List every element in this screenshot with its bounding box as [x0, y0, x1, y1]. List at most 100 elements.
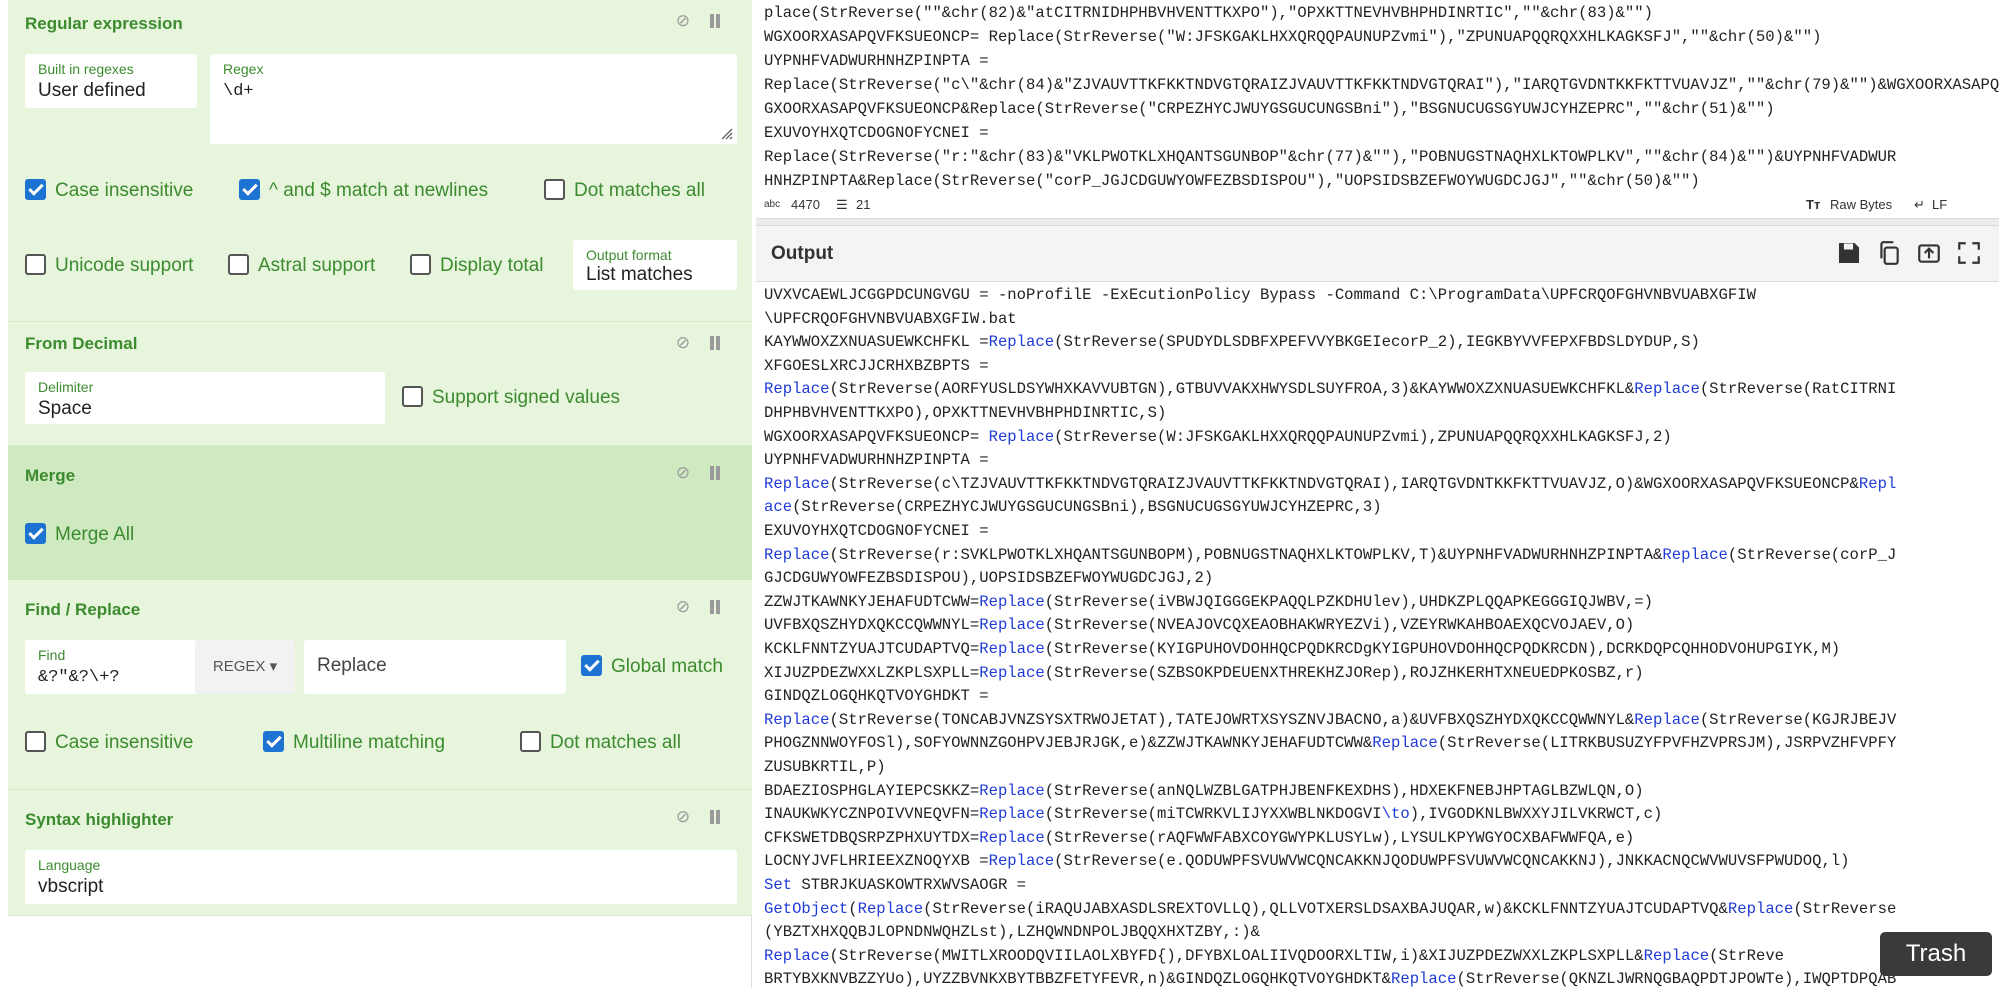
- support-signed-values-checkbox[interactable]: Support signed values: [402, 385, 620, 411]
- keyword-token: Replace: [764, 545, 830, 564]
- code-token: (StrReverse(LITRKBUSUZYFPVFHZVPRSJM),JSR…: [1437, 734, 1897, 753]
- code-token: UYPNHFVADWURHNHZPINPTA =: [764, 451, 989, 470]
- eol-selector[interactable]: LF: [1932, 197, 1947, 212]
- astral-support-checkbox[interactable]: Astral support: [228, 253, 375, 279]
- checkbox-unchecked-icon: [410, 254, 431, 275]
- field-value: List matches: [586, 264, 693, 285]
- code-token: UVXVCAEWLJCGGPDCUNGVGU = -noProfilE -ExE…: [764, 286, 1756, 304]
- disable-icon[interactable]: ⊘: [674, 12, 692, 30]
- builtin-regexes-select[interactable]: Built in regexes User defined: [25, 54, 197, 108]
- replace-input-icon[interactable]: [1916, 240, 1942, 266]
- checkbox-label: Dot matches all: [574, 180, 705, 201]
- code-token: STBRJKUASKOWTRXWVSAOGR =: [792, 876, 1027, 894]
- delimiter-select[interactable]: Delimiter Space: [25, 372, 385, 424]
- char-count: 4470: [791, 197, 820, 212]
- checkbox-checked-icon: [25, 179, 46, 200]
- disable-icon[interactable]: ⊘: [674, 598, 692, 616]
- multiline-matching-checkbox[interactable]: Multiline matching: [263, 730, 445, 756]
- disable-icon[interactable]: ⊘: [674, 464, 692, 482]
- display-total-checkbox[interactable]: Display total: [410, 253, 544, 279]
- checkbox-unchecked-icon: [402, 386, 423, 407]
- checkbox-unchecked-icon: [25, 731, 46, 752]
- code-token: (StrReverse(miTCWRKVLIJYXXWBLNKDOGVI: [1044, 805, 1382, 824]
- dot-matches-all-checkbox[interactable]: Dot matches all: [520, 730, 681, 756]
- output-line: ZZWJTKAWNKYJEHAFUDTCWW=Replace(StrRevers…: [764, 593, 1653, 611]
- code-token: ZZWJTKAWNKYJEHAFUDTCWW=: [764, 592, 980, 611]
- dot-matches-all-checkbox[interactable]: Dot matches all: [544, 178, 705, 204]
- output-line: Replace(StrReverse(TONCABJVNZSYSXTRWOJET…: [764, 711, 1896, 729]
- pause-icon[interactable]: [706, 464, 724, 482]
- code-token: EXUVOYHXQTCDOGNOFYCNEI =: [764, 522, 989, 540]
- trash-button[interactable]: Trash: [1880, 932, 1992, 976]
- code-token: GINDQZLOGQHKQTVOYGHDKT =: [764, 687, 989, 706]
- output-line: CFKSWETDBQSRPZPHXUYTDX=Replace(StrRevers…: [764, 829, 1634, 847]
- output-line: GetObject(Replace(StrReverse(iRAQUJABXAS…: [764, 900, 1896, 918]
- field-label: Find: [38, 647, 66, 663]
- global-match-checkbox[interactable]: Global match: [581, 654, 723, 680]
- maximize-icon[interactable]: [1956, 240, 1982, 266]
- op-title: From Decimal: [25, 334, 138, 353]
- op-title: Syntax highlighter: [25, 810, 174, 829]
- output-line: DHPHBVHVENTTKXPO),OPXKTTNEVHVBHPHDINRTIC…: [764, 404, 1166, 422]
- input-line: Replace(StrReverse("r:"&chr(83)&"VKLPWOT…: [764, 148, 1897, 166]
- line-count-icon: ☰: [836, 197, 848, 212]
- replace-input[interactable]: Replace: [304, 640, 566, 694]
- code-token: (StrReverse(NVEAJOVCQXEAOBHAKWRYEZVi),VZ…: [1044, 616, 1635, 635]
- output-line: Replace(StrReverse(AORFYUSLDSYWHXKAVVUBT…: [764, 380, 1896, 398]
- encoding-selector[interactable]: Raw Bytes: [1830, 197, 1892, 212]
- pause-icon[interactable]: [706, 598, 724, 616]
- find-input[interactable]: Find &?"&?\+? REGEX ▾: [25, 640, 295, 694]
- disable-icon[interactable]: ⊘: [674, 808, 692, 826]
- code-token: ),IVGODKNLBWXXYJILVKRWCT,c): [1409, 805, 1663, 824]
- unicode-support-checkbox[interactable]: Unicode support: [25, 253, 193, 279]
- case-insensitive-checkbox[interactable]: Case insensitive: [25, 730, 193, 756]
- keyword-token: \to: [1381, 805, 1410, 824]
- op-find-replace: Find / Replace ⊘ Find &?"&?\+? REGEX ▾ R…: [8, 580, 752, 790]
- pause-icon[interactable]: [706, 334, 724, 352]
- output-line: ace(StrReverse(CRPEZHYCJWUYGSGUCUNGSBni)…: [764, 498, 1382, 516]
- code-token: (StrReverse(KGJRJBEJV: [1699, 710, 1897, 729]
- checkbox-label: Merge All: [55, 524, 135, 545]
- keyword-token: ace: [764, 498, 793, 517]
- output-line: BRTYBXKNVBZZYUo),UYZZBVNKXBYTBBZFETYFEVR…: [764, 970, 1896, 988]
- code-token: (StrReverse(QKNZLJWRNQGBAQPDTJPOWTe),IWQ…: [1456, 970, 1897, 988]
- code-token: (StrReverse(RatCITRNI: [1699, 380, 1897, 399]
- output-line: UVXVCAEWLJCGGPDCUNGVGU = -noProfilE -ExE…: [764, 286, 1756, 304]
- input-pane[interactable]: place(StrReverse(""&chr(82)&"atCITRNIDHP…: [756, 0, 1999, 222]
- save-icon[interactable]: [1836, 240, 1862, 266]
- input-line: GXOORXASAPQVFKSUEONCP&Replace(StrReverse…: [764, 100, 1775, 118]
- keyword-token: Replace: [979, 640, 1045, 658]
- output-line: GINDQZLOGQHKQTVOYGHDKT =: [764, 687, 989, 705]
- output-format-select[interactable]: Output format List matches: [573, 240, 737, 290]
- code-token: PHOGZNNWOYFOSl),SOFYOWNNZGOHPVJEBJRJGK,e…: [764, 734, 1373, 753]
- recipe-panel: Regular expression ⊘ Built in regexes Us…: [0, 0, 752, 988]
- multiline-checkbox[interactable]: ^ and $ match at newlines: [239, 178, 488, 204]
- regex-input[interactable]: Regex \d+: [210, 54, 737, 144]
- code-token: LOCNYJVFLHRIEEXZNOQYXB =: [764, 852, 989, 871]
- keyword-token: Replace: [979, 663, 1045, 682]
- case-insensitive-checkbox[interactable]: Case insensitive: [25, 178, 193, 204]
- disable-icon[interactable]: ⊘: [674, 334, 692, 352]
- op-regular-expression: Regular expression ⊘ Built in regexes Us…: [8, 0, 752, 322]
- checkbox-label: ^ and $ match at newlines: [269, 180, 489, 201]
- pane-divider[interactable]: [756, 218, 1999, 226]
- output-line: INAUKWKYCZNPOIVVNEQVFN=Replace(StrRevers…: [764, 805, 1662, 823]
- code-token: KAYWWOXZXNUASUEWKCHFKL =: [764, 333, 989, 352]
- code-token: GJCDGUWYOWFEZBSDISPOU),UOPSIDSBZEFWOYWUG…: [764, 569, 1214, 588]
- output-line: LOCNYJVFLHRIEEXZNOQYXB =Replace(StrRever…: [764, 852, 1850, 870]
- resize-grip-icon[interactable]: [719, 126, 733, 140]
- pause-icon[interactable]: [706, 12, 724, 30]
- checkbox-unchecked-icon: [544, 179, 565, 200]
- merge-all-checkbox[interactable]: Merge All: [25, 522, 134, 548]
- output-pane[interactable]: UVXVCAEWLJCGGPDCUNGVGU = -noProfilE -ExE…: [756, 282, 1999, 988]
- field-label: Delimiter: [38, 379, 94, 395]
- copy-icon[interactable]: [1876, 240, 1902, 266]
- output-line: UYPNHFVADWURHNHZPINPTA =: [764, 451, 989, 469]
- pause-icon[interactable]: [706, 808, 724, 826]
- keyword-token: Replace: [764, 380, 830, 399]
- caret-down-icon: ▾: [269, 658, 278, 675]
- find-mode-dropdown[interactable]: REGEX ▾: [195, 640, 295, 694]
- language-select[interactable]: Language vbscript: [25, 850, 737, 904]
- code-token: (StrReverse(iVBWJQIGGGEKPAQQLPZKDHUlev),…: [1044, 592, 1654, 611]
- field-placeholder: Replace: [317, 655, 387, 676]
